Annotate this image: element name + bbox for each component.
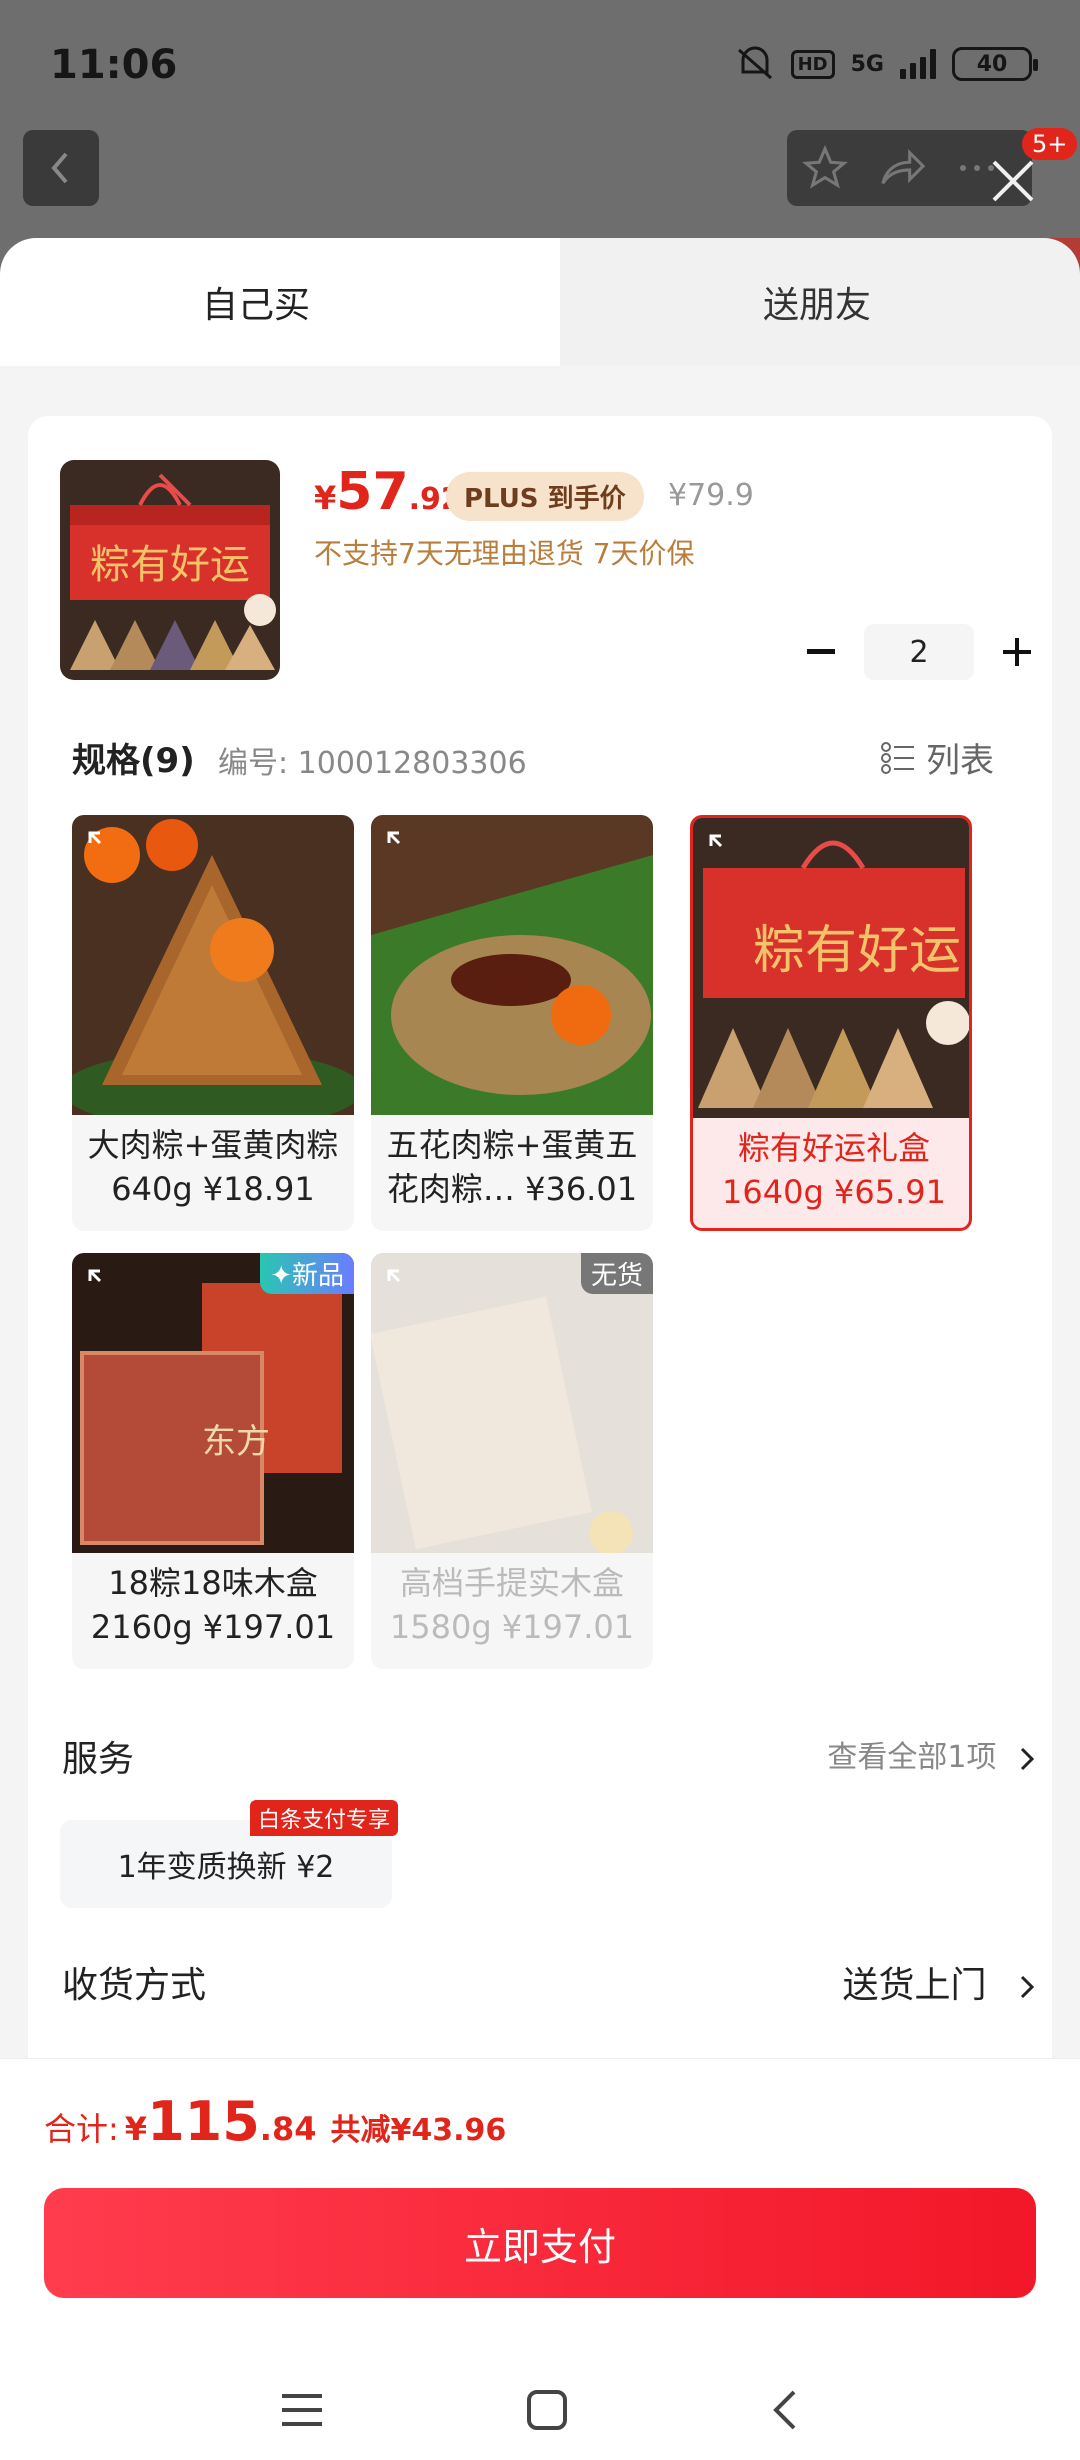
shipping-method-label: 送货上门 <box>842 1965 987 2006</box>
spec-option-label: 18粽18味木盒 2160g ¥197.01 <box>72 1561 354 1649</box>
spec-option-3-selected[interactable]: 粽有好运 粽有好运礼盒 1640g ¥65.91 <box>690 815 972 1231</box>
spec-option-label: 五花肉粽+蛋黄五 花肉粽… ¥36.01 <box>371 1123 653 1211</box>
total-decimal: .84 <box>259 2110 317 2148</box>
spec-code: 编号: 100012803306 <box>218 746 527 781</box>
tab-self[interactable]: 自己买 <box>0 238 560 378</box>
signal-icon <box>900 49 936 79</box>
spec-option-2[interactable]: 五花肉粽+蛋黄五 花肉粽… ¥36.01 <box>371 815 653 1231</box>
spec-option-price: 640g ¥18.91 <box>111 1170 315 1208</box>
quantity-input[interactable]: 2 <box>864 624 974 680</box>
spec-option-price: 花肉粽… ¥36.01 <box>386 1170 638 1208</box>
shipping-title: 收货方式 <box>62 1965 207 2006</box>
svg-text:粽有好运: 粽有好运 <box>90 542 250 588</box>
price-currency: ¥ <box>314 479 337 517</box>
back-icon <box>51 152 68 184</box>
share-icon[interactable] <box>877 145 927 191</box>
spec-option-name: 18粽18味木盒 <box>108 1564 318 1602</box>
spec-title: 规格(9) <box>72 741 195 781</box>
current-price: ¥ 57 .92 <box>314 462 462 522</box>
chevron-right-icon <box>1020 1975 1035 1999</box>
pay-now-button[interactable]: 立即支付 <box>44 2188 1036 2298</box>
minus-icon <box>807 649 835 654</box>
status-time: 11:06 <box>50 42 178 88</box>
spec-option-name: 大肉粽+蛋黄肉粽 <box>87 1126 339 1164</box>
status-icons: HD 5G 40 <box>735 46 1038 82</box>
spec-option-price: 2160g ¥197.01 <box>90 1608 336 1646</box>
network-label: 5G <box>850 51 884 77</box>
status-bar: 11:06 HD 5G 40 <box>0 0 1080 130</box>
total-label: 合计: <box>44 2110 119 2148</box>
hd-badge: HD <box>790 49 835 79</box>
system-navigation-bar <box>0 2360 1080 2460</box>
total-savings: 共减¥43.96 <box>330 2113 507 2148</box>
list-view-toggle[interactable]: 列表 <box>880 733 994 782</box>
total-integer: 115 <box>147 2090 260 2153</box>
tab-self-label: 自己买 <box>202 285 311 326</box>
list-icon <box>881 741 914 774</box>
expand-icon[interactable] <box>385 1267 417 1299</box>
quantity-stepper: 2 <box>796 624 1042 680</box>
home-icon[interactable] <box>525 2388 569 2432</box>
product-thumbnail[interactable]: 粽有好运 <box>60 460 280 680</box>
expand-icon[interactable] <box>86 829 118 861</box>
expand-icon[interactable] <box>86 1267 118 1299</box>
spec-option-1[interactable]: 大肉粽+蛋黄肉粽 640g ¥18.91 <box>72 815 354 1231</box>
original-price: ¥79.9 <box>668 478 754 513</box>
spec-option-price: 1580g ¥197.01 <box>389 1608 635 1646</box>
total-summary: 合计: ¥ 115 .84 共减¥43.96 <box>44 2090 506 2153</box>
service-title: 服务 <box>62 1739 135 1780</box>
back-button[interactable] <box>23 130 99 206</box>
chevron-right-icon <box>1020 1747 1035 1770</box>
service-view-all[interactable]: 查看全部1项 <box>827 1732 1038 1776</box>
mute-icon <box>737 46 772 80</box>
plus-icon <box>1003 638 1031 666</box>
service-view-all-label: 查看全部1项 <box>827 1740 997 1775</box>
out-of-stock-tag: 无货 <box>580 1253 653 1294</box>
spec-option-name: 五花肉粽+蛋黄五 <box>386 1126 638 1164</box>
battery-icon: 40 <box>952 47 1038 81</box>
svg-text:粽有好运: 粽有好运 <box>753 921 961 981</box>
service-promo-badge: 白条支付专享 <box>250 1800 399 1836</box>
return-policy: 不支持7天无理由退货 7天价保 <box>314 537 695 570</box>
expand-icon[interactable] <box>707 832 739 864</box>
tab-friend[interactable]: 送朋友 <box>520 238 1080 366</box>
plus-price-badge: PLUS 到手价 <box>446 472 644 521</box>
back-nav-icon[interactable] <box>770 2388 800 2432</box>
price-integer: 57 <box>336 462 409 522</box>
spec-option-4[interactable]: 东方 ✦新品 18粽18味木盒 2160g ¥197.01 <box>72 1253 354 1669</box>
spec-option-name: 高档手提实木盒 <box>399 1564 624 1602</box>
spec-option-name: 粽有好运礼盒 <box>737 1129 930 1167</box>
total-currency: ¥ <box>124 2110 148 2148</box>
star-icon[interactable] <box>801 145 848 191</box>
tab-friend-label: 送朋友 <box>763 285 872 326</box>
decrease-button[interactable] <box>796 627 846 677</box>
new-tag: ✦新品 <box>260 1253 354 1294</box>
menu-icon[interactable] <box>280 2390 324 2430</box>
spec-option-label: 大肉粽+蛋黄肉粽 640g ¥18.91 <box>72 1123 354 1211</box>
shipping-method[interactable]: 送货上门 <box>843 1956 1038 2008</box>
increase-button[interactable] <box>992 627 1042 677</box>
close-icon[interactable] <box>988 156 1038 206</box>
spec-option-label: 粽有好运礼盒 1640g ¥65.91 <box>693 1126 969 1214</box>
spec-option-price: 1640g ¥65.91 <box>722 1173 946 1211</box>
svg-text:东方: 东方 <box>202 1422 270 1462</box>
battery-level: 40 <box>976 51 1008 77</box>
spec-option-label: 高档手提实木盒 1580g ¥197.01 <box>371 1561 653 1649</box>
spec-option-5-out-of-stock[interactable]: 无货 高档手提实木盒 1580g ¥197.01 <box>371 1253 653 1669</box>
list-view-label: 列表 <box>926 741 994 781</box>
expand-icon[interactable] <box>385 829 417 861</box>
